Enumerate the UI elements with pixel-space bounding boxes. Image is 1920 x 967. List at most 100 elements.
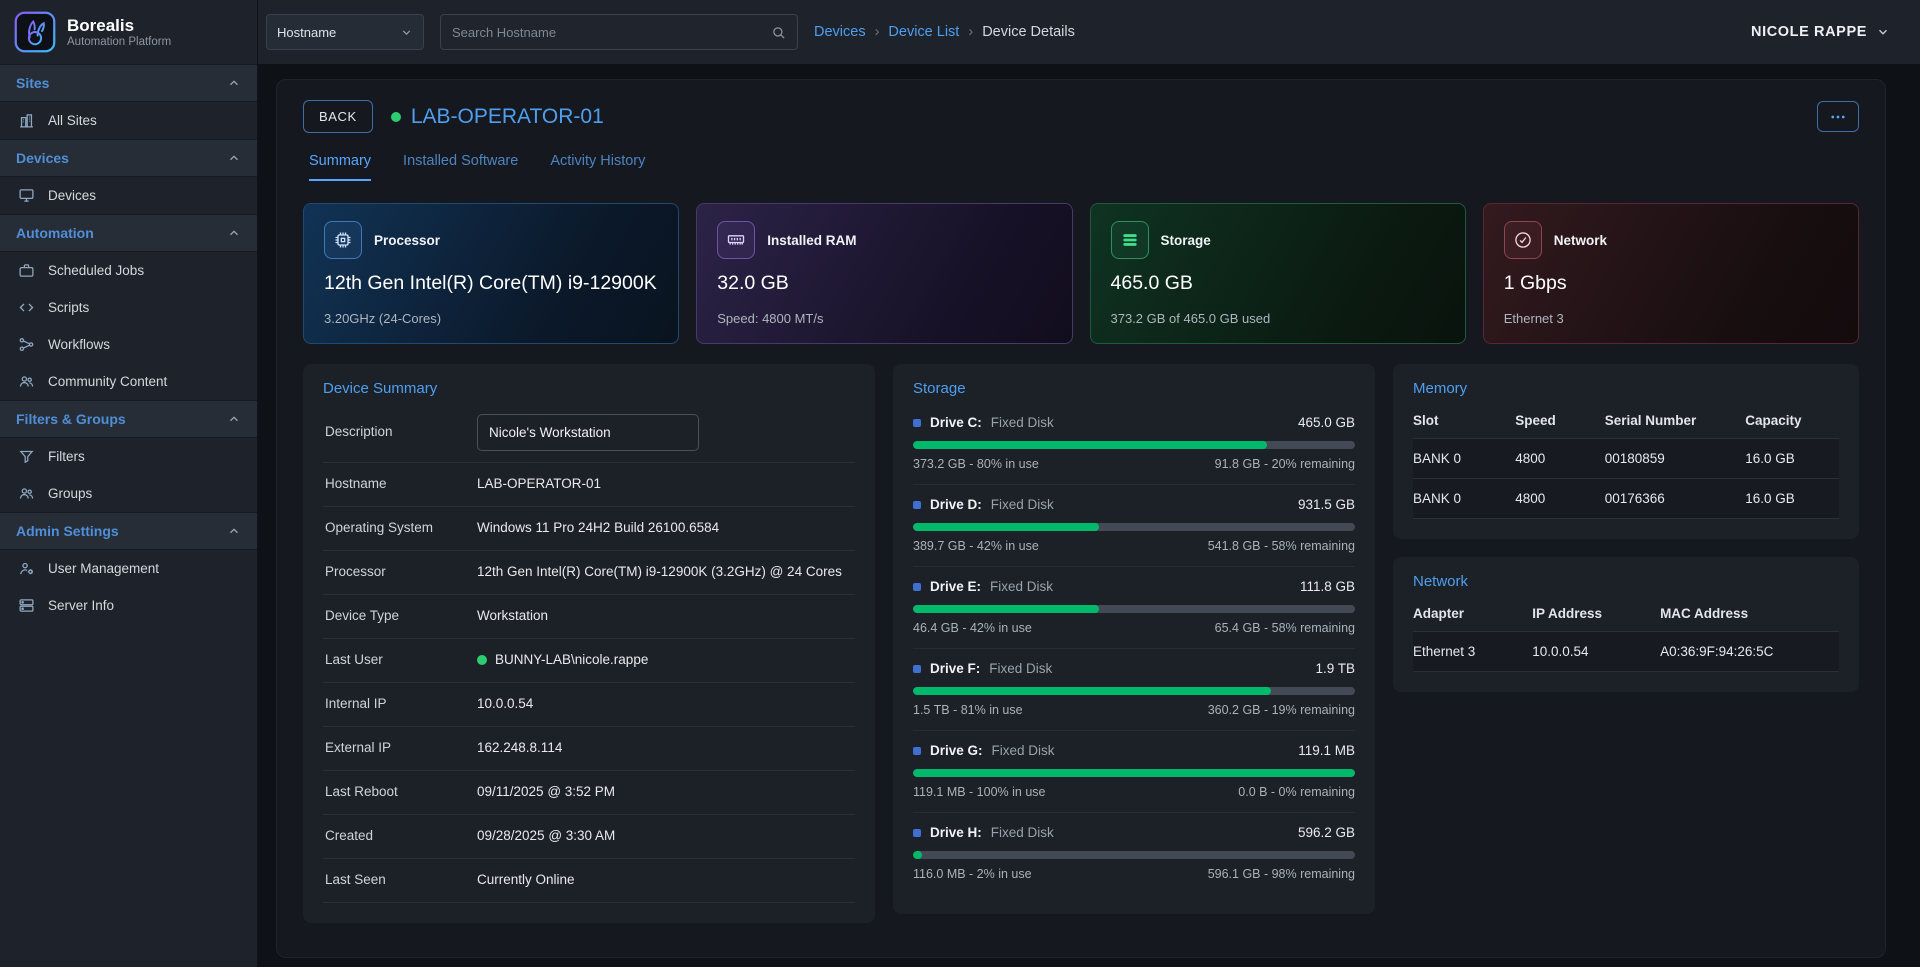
sidebar-item-user-management[interactable]: User Management	[0, 550, 257, 587]
drive-row-e: Drive E: Fixed Disk 111.8 GB 46.4 GB - 4…	[913, 567, 1355, 649]
memory-title: Memory	[1413, 380, 1839, 397]
sidebar-item-scheduled-jobs[interactable]: Scheduled Jobs	[0, 252, 257, 289]
search-box[interactable]	[440, 14, 798, 50]
chevron-up-icon	[227, 76, 241, 90]
device-details-panel: BACK LAB-OPERATOR-01 Summary Installed S…	[276, 79, 1886, 958]
device-tabs: Summary Installed Software Activity Hist…	[309, 153, 1859, 181]
search-input[interactable]	[452, 25, 771, 40]
summary-row-description: Description	[323, 403, 855, 463]
detail-columns: Device Summary Description Hostname LAB-…	[303, 364, 1859, 923]
nav-item-label: All Sites	[48, 113, 97, 128]
chevron-down-icon	[400, 26, 413, 39]
device-summary-title: Device Summary	[323, 380, 855, 397]
storage-title: Storage	[913, 380, 1355, 397]
stat-card-network: Network 1 Gbps Ethernet 3	[1483, 203, 1859, 344]
server-info-icon	[18, 597, 35, 614]
brand-text: Borealis Automation Platform	[67, 16, 171, 48]
nav-item-label: Scheduled Jobs	[48, 263, 144, 278]
drive-row-f: Drive F: Fixed Disk 1.9 TB 1.5 TB - 81% …	[913, 649, 1355, 731]
topbar: Hostname Devices › Device List › Device …	[258, 0, 1920, 64]
tab-activity-history[interactable]: Activity History	[550, 153, 645, 181]
drive-bullet-icon	[913, 829, 921, 837]
filter-icon	[18, 448, 35, 465]
sidebar-section-admin-settings[interactable]: Admin Settings	[0, 512, 257, 550]
breadcrumb-devices[interactable]: Devices	[814, 24, 866, 40]
drive-usage-bar	[913, 687, 1355, 695]
ellipsis-icon	[1829, 108, 1847, 126]
nav-item-label: Server Info	[48, 598, 114, 613]
stat-card-storage: Storage 465.0 GB 373.2 GB of 465.0 GB us…	[1090, 203, 1466, 344]
sidebar-item-devices[interactable]: Devices	[0, 177, 257, 214]
summary-row-os: Operating System Windows 11 Pro 24H2 Bui…	[323, 507, 855, 551]
sidebar-section-sites[interactable]: Sites	[0, 64, 257, 102]
drive-bullet-icon	[913, 747, 921, 755]
user-name: NICOLE RAPPE	[1751, 24, 1867, 40]
main-column: Hostname Devices › Device List › Device …	[258, 0, 1920, 967]
sidebar-item-server-info[interactable]: Server Info	[0, 587, 257, 624]
breadcrumb-separator: ›	[875, 24, 880, 40]
right-column: Memory Slot Speed Serial Number Capacity	[1393, 364, 1859, 692]
page-title: LAB-OPERATOR-01	[411, 105, 604, 129]
drive-usage-bar	[913, 769, 1355, 777]
sidebar-section-automation[interactable]: Automation	[0, 214, 257, 252]
nav-item-label: Filters	[48, 449, 85, 464]
tab-installed-software[interactable]: Installed Software	[403, 153, 518, 181]
nav-item-label: Scripts	[48, 300, 89, 315]
sidebar-section-filters-groups[interactable]: Filters & Groups	[0, 400, 257, 438]
sidebar-item-community-content[interactable]: Community Content	[0, 363, 257, 400]
section-label: Devices	[16, 150, 69, 166]
search-icon[interactable]	[771, 25, 786, 40]
breadcrumb-separator: ›	[968, 24, 973, 40]
tab-summary[interactable]: Summary	[309, 153, 371, 181]
brand-name: Borealis	[67, 16, 171, 36]
memory-row: BANK 0 4800 00180859 16.0 GB	[1413, 439, 1839, 479]
sidebar-item-groups[interactable]: Groups	[0, 475, 257, 512]
stat-card-ram: Installed RAM 32.0 GB Speed: 4800 MT/s	[696, 203, 1072, 344]
brand[interactable]: Borealis Automation Platform	[0, 0, 257, 64]
sites-icon	[18, 112, 35, 129]
section-label: Automation	[16, 225, 94, 241]
devices-icon	[18, 187, 35, 204]
device-header: BACK LAB-OPERATOR-01	[303, 100, 1859, 133]
network-row: Ethernet 3 10.0.0.54 A0:36:9F:94:26:5C	[1413, 632, 1839, 672]
ram-icon	[717, 221, 755, 259]
brand-subtitle: Automation Platform	[67, 36, 171, 48]
breadcrumb: Devices › Device List › Device Details	[814, 24, 1075, 40]
network-panel: Network Adapter IP Address MAC Address	[1393, 557, 1859, 692]
drive-bullet-icon	[913, 501, 921, 509]
chevron-down-icon	[1876, 25, 1890, 39]
memory-table: Slot Speed Serial Number Capacity BANK 0…	[1413, 403, 1839, 519]
breadcrumb-current: Device Details	[982, 24, 1075, 40]
nav-item-label: Groups	[48, 486, 92, 501]
chevron-up-icon	[227, 226, 241, 240]
stat-card-processor: Processor 12th Gen Intel(R) Core(TM) i9-…	[303, 203, 679, 344]
storage-panel: Storage Drive C: Fixed Disk 465.0 GB 373…	[893, 364, 1375, 914]
summary-row-hostname: Hostname LAB-OPERATOR-01	[323, 463, 855, 507]
more-actions-button[interactable]	[1817, 101, 1859, 132]
back-button[interactable]: BACK	[303, 100, 373, 133]
chevron-up-icon	[227, 151, 241, 165]
scheduled-jobs-icon	[18, 262, 35, 279]
storage-icon	[1111, 221, 1149, 259]
stat-cards: Processor 12th Gen Intel(R) Core(TM) i9-…	[303, 203, 1859, 344]
scripts-icon	[18, 299, 35, 316]
user-menu[interactable]: NICOLE RAPPE	[1751, 24, 1890, 40]
sidebar-section-devices[interactable]: Devices	[0, 139, 257, 177]
drive-bullet-icon	[913, 665, 921, 673]
sidebar-item-all-sites[interactable]: All Sites	[0, 102, 257, 139]
breadcrumb-device-list[interactable]: Device List	[888, 24, 959, 40]
summary-row-external-ip: External IP 162.248.8.114	[323, 727, 855, 771]
summary-row-last-user: Last User BUNNY-LAB\nicole.rappe	[323, 639, 855, 683]
chevron-up-icon	[227, 524, 241, 538]
sidebar-item-scripts[interactable]: Scripts	[0, 289, 257, 326]
description-input[interactable]	[477, 414, 699, 451]
nav-item-label: Workflows	[48, 337, 110, 352]
sidebar-item-filters[interactable]: Filters	[0, 438, 257, 475]
section-label: Admin Settings	[16, 523, 119, 539]
sidebar-nav: Sites All Sites Devices Devices Automati…	[0, 64, 257, 624]
groups-icon	[18, 485, 35, 502]
hostname-filter-dropdown[interactable]: Hostname	[266, 14, 424, 50]
drive-usage-bar	[913, 605, 1355, 613]
sidebar-item-workflows[interactable]: Workflows	[0, 326, 257, 363]
drive-bullet-icon	[913, 419, 921, 427]
